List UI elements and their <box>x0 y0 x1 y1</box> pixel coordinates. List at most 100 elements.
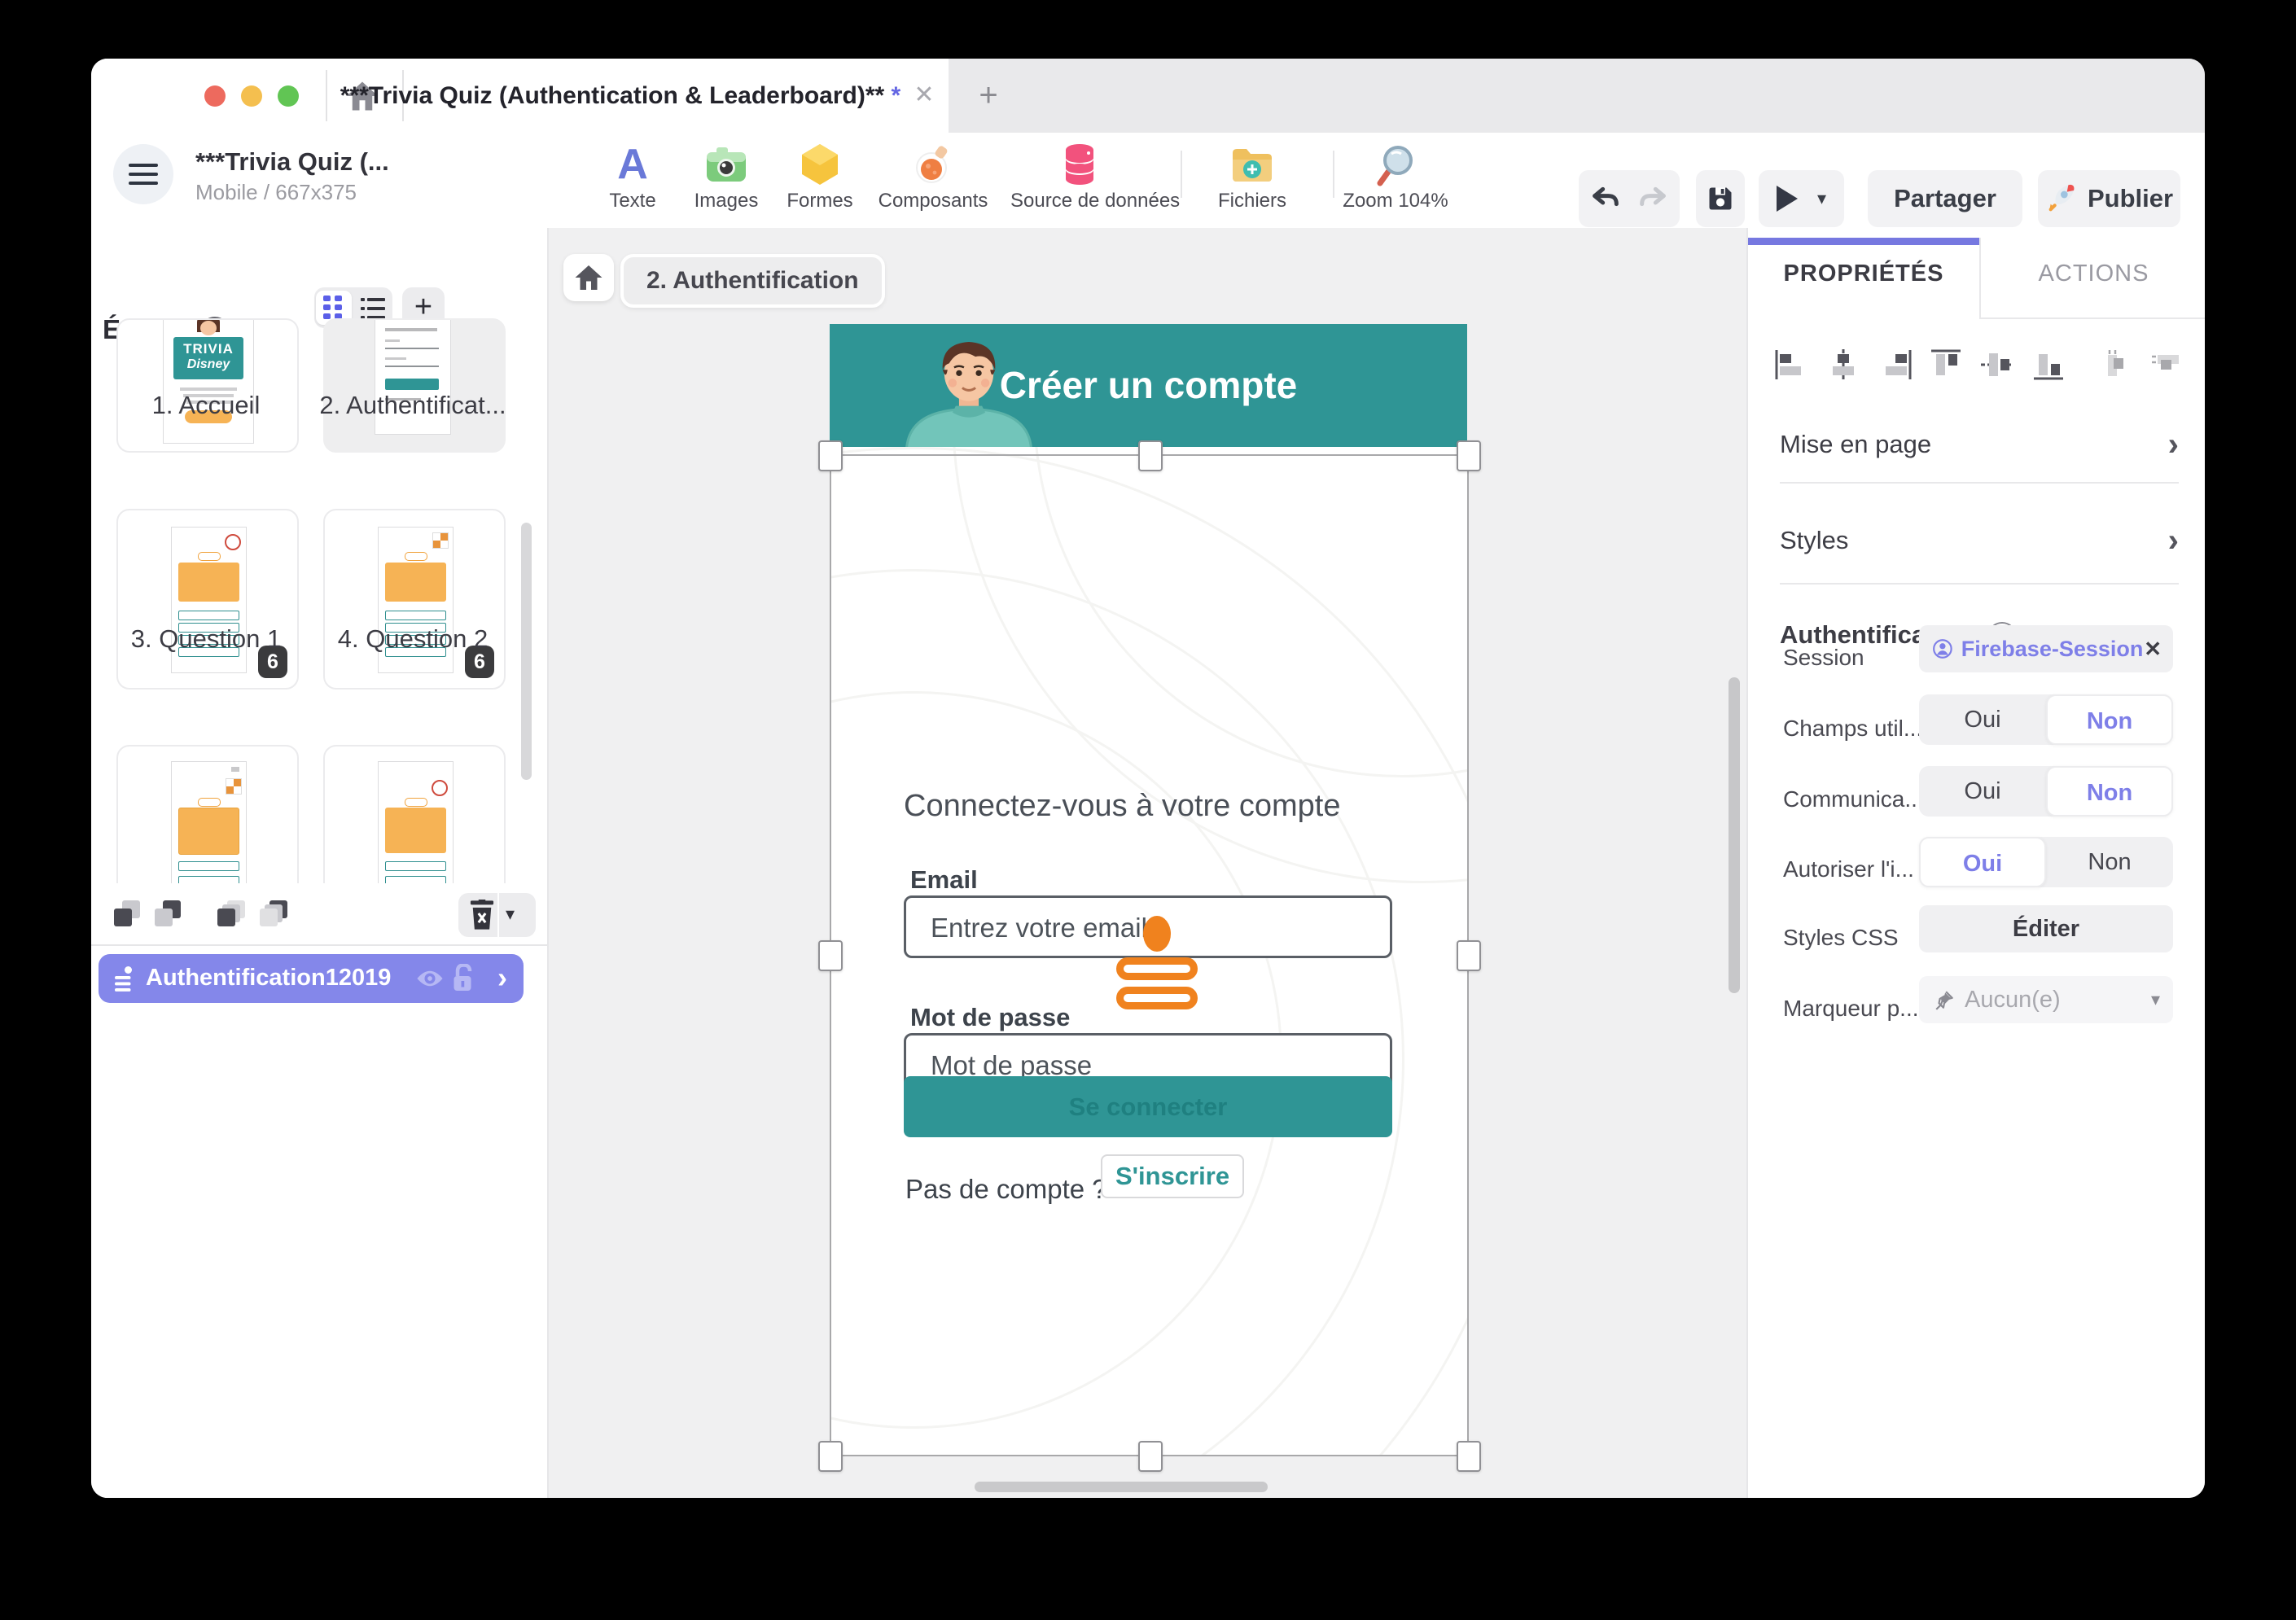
layer-row-selected[interactable]: Authentification12019 › <box>99 954 524 1003</box>
menu-button[interactable] <box>113 144 173 204</box>
undo-icon[interactable] <box>1589 182 1622 215</box>
traffic-close-icon[interactable] <box>204 85 226 107</box>
design-canvas[interactable]: 2. Authentification <box>549 228 1746 1498</box>
eye-icon[interactable] <box>416 967 444 990</box>
allowsignup-toggle: Oui Non <box>1919 837 2173 887</box>
selection-handle-w[interactable] <box>818 940 843 971</box>
selection-handle-ne[interactable] <box>1457 440 1481 471</box>
selection-handle-se[interactable] <box>1457 1441 1481 1472</box>
send-to-back-icon[interactable] <box>260 900 287 928</box>
current-screen-chip[interactable]: 2. Authentification <box>620 254 885 308</box>
phone-mockup[interactable]: Créer un compte Connectez-vous à votre c… <box>830 324 1467 1455</box>
session-value-chip[interactable]: Firebase-Session1... ✕ <box>1919 625 2173 672</box>
communication-non[interactable]: Non <box>2046 766 2173 817</box>
canvas-home-button[interactable] <box>563 254 614 301</box>
canvas-vertical-scrollbar[interactable] <box>1729 677 1740 993</box>
selection-handle-sw[interactable] <box>818 1441 843 1472</box>
home-icon <box>574 264 603 291</box>
screens-scrollbar[interactable] <box>521 523 532 780</box>
new-tab-button[interactable]: + <box>969 77 1008 116</box>
screen-name[interactable]: 4. Question 2 <box>315 624 510 654</box>
selection-handle-nw[interactable] <box>818 440 843 471</box>
distribute-v-icon[interactable] <box>2148 348 2184 381</box>
bring-to-front-icon[interactable] <box>217 900 245 928</box>
tab-title: ***Trivia Quiz (Authentication & Leaderb… <box>335 59 905 133</box>
unsaved-indicator: * <box>892 82 901 109</box>
userfields-oui[interactable]: Oui <box>1919 694 2046 745</box>
divider <box>1780 583 2179 585</box>
tab-properties[interactable]: PROPRIÉTÉS <box>1748 228 1979 319</box>
prop-allowsignup-label: Autoriser l'i... <box>1783 856 1914 882</box>
traffic-minimize-icon[interactable] <box>241 85 262 107</box>
marker-dropdown[interactable]: Aucun(e) ▾ <box>1919 976 2173 1023</box>
screen-name[interactable]: 1. Accueil <box>108 391 304 420</box>
publish-button[interactable]: Publier <box>2038 170 2180 227</box>
pin-icon <box>1934 989 1955 1010</box>
trash-icon[interactable] <box>468 900 496 930</box>
timer-icon <box>225 534 241 550</box>
userfields-non[interactable]: Non <box>2046 694 2173 745</box>
preview-caret-icon[interactable]: ▾ <box>1817 188 1826 209</box>
active-tab[interactable]: ***Trivia Quiz (Authentication & Leaderb… <box>91 59 949 133</box>
divider <box>1780 482 2179 484</box>
screen-card-authentification[interactable] <box>323 318 506 453</box>
preview-group: ▾ <box>1759 170 1844 227</box>
tab-actions[interactable]: ACTIONS <box>1981 228 2205 319</box>
screen-card-question3[interactable] <box>116 745 299 883</box>
session-value: Firebase-Session1... <box>1961 637 2144 662</box>
selection-handle-s[interactable] <box>1138 1441 1163 1472</box>
allowsignup-oui[interactable]: Oui <box>1919 837 2046 887</box>
screen-card-accueil[interactable]: TRIVIA Disney <box>116 318 299 453</box>
communication-oui[interactable]: Oui <box>1919 766 2046 817</box>
align-middle-v-icon[interactable] <box>1979 348 2015 381</box>
align-bottom-icon[interactable] <box>2031 348 2066 381</box>
thumb-title-line2: Disney <box>173 357 243 372</box>
traffic-zoom-icon[interactable] <box>278 85 299 107</box>
bring-forward-icon[interactable] <box>114 900 142 928</box>
play-icon[interactable] <box>1777 186 1798 212</box>
section-mise-en-page[interactable]: Mise en page › <box>1780 430 2179 459</box>
properties-panel: PROPRIÉTÉS ACTIONS Mise en page › Styles… <box>1746 228 2205 1498</box>
session-user-icon <box>1932 637 1953 661</box>
distribute-h-icon[interactable] <box>2097 348 2132 381</box>
screen-card-question1[interactable]: 6 <box>116 509 299 690</box>
delete-caret-icon[interactable]: ▾ <box>506 904 515 925</box>
tool-files[interactable]: Fichiers <box>1183 141 1321 212</box>
divider <box>1181 151 1182 198</box>
phone-header-banner[interactable]: Créer un compte <box>830 324 1467 447</box>
magnifier-icon <box>1326 141 1465 188</box>
canvas-horizontal-scrollbar[interactable] <box>975 1482 1268 1492</box>
tool-datasource[interactable]: Source de données <box>1010 141 1149 212</box>
screen-card-question4[interactable] <box>323 745 506 883</box>
zoom-control[interactable]: Zoom 104% <box>1326 141 1465 212</box>
selection-handle-e[interactable] <box>1457 940 1481 971</box>
unlock-icon[interactable] <box>450 964 475 993</box>
browser-tab-bar: ***Trivia Quiz (Authentication & Leaderb… <box>91 59 2205 133</box>
redo-icon[interactable] <box>1637 182 1669 215</box>
align-top-icon[interactable] <box>1928 348 1964 381</box>
session-remove-icon[interactable]: ✕ <box>2144 637 2162 662</box>
save-button[interactable] <box>1696 170 1745 227</box>
screen-card-question2[interactable]: 6 <box>323 509 506 690</box>
userfields-toggle: Oui Non <box>1919 694 2173 745</box>
align-left-icon[interactable] <box>1774 348 1810 381</box>
chevron-right-icon: › <box>2168 427 2179 463</box>
section-styles[interactable]: Styles › <box>1780 526 2179 555</box>
project-subtitle: Mobile / 667x375 <box>195 180 357 205</box>
css-edit-button[interactable]: Éditer <box>1919 905 2173 952</box>
selection-handle-n[interactable] <box>1138 440 1163 471</box>
alignment-toolbar <box>1748 342 2205 391</box>
screen-name[interactable]: 3. Question 1 <box>108 624 304 654</box>
send-backward-icon[interactable] <box>155 900 182 928</box>
align-right-icon[interactable] <box>1877 348 1913 381</box>
share-button[interactable]: Partager <box>1868 170 2022 227</box>
tool-components[interactable]: Composants <box>864 141 1002 212</box>
tab-close-icon[interactable]: ✕ <box>907 78 941 112</box>
puzzle-icon <box>432 532 449 549</box>
layer-expand-icon[interactable]: › <box>497 961 507 995</box>
communication-toggle: Oui Non <box>1919 766 2173 817</box>
allowsignup-non[interactable]: Non <box>2046 837 2173 887</box>
align-center-h-icon[interactable] <box>1825 348 1861 381</box>
divider <box>326 70 327 121</box>
screen-name[interactable]: 2. Authentificat... <box>315 391 510 420</box>
